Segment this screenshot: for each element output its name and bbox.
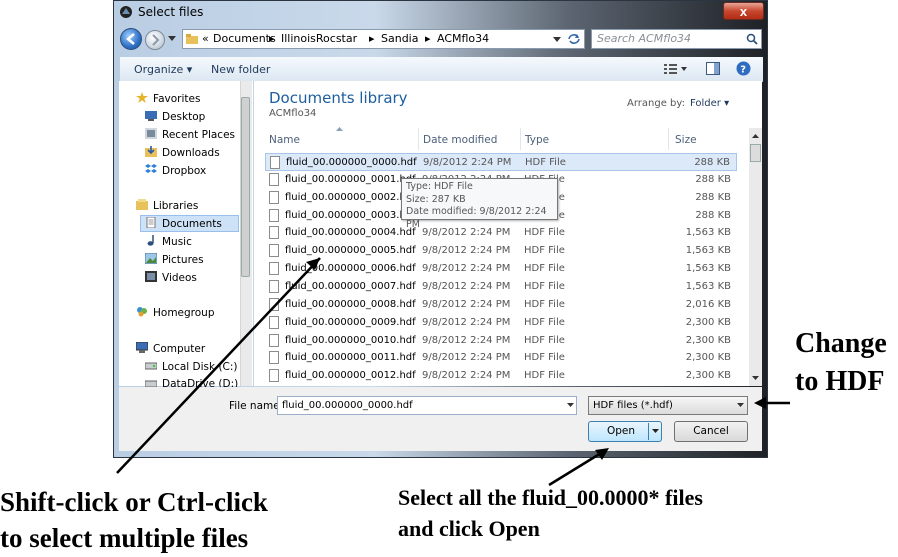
arrowhead-file-list [306,258,320,270]
annotation-select-line2: and click Open [398,516,540,541]
annotation-select-all: Select all the fluid_00.0000* files and … [398,482,703,544]
annotation-shift-line2: to select multiple files [0,523,249,553]
annotation-select-line1: Select all the fluid_00.0000* files [398,485,703,510]
annotation-change-to-hdf: Change to HDF [795,325,887,401]
annotation-shift-line1: Shift-click or Ctrl-click [0,487,268,517]
annotation-change-line2: to HDF [795,366,885,397]
annotation-change-line1: Change [795,328,887,359]
arrow-to-file-list [116,257,321,474]
annotation-shift-click: Shift-click or Ctrl-click to select mult… [0,484,268,556]
arrow-to-open [548,448,607,487]
annotation-arrows [116,257,790,487]
arrowhead-filter [754,397,766,409]
